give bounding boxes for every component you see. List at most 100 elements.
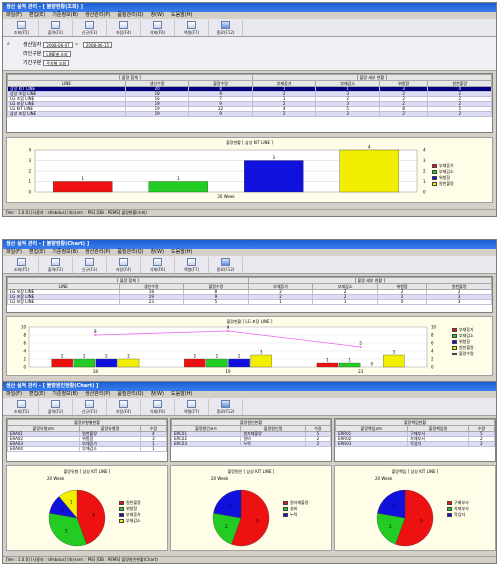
- date-to-input[interactable]: 2008-06-15: [82, 41, 113, 48]
- toolbar-label: 신규(F3): [81, 408, 98, 414]
- menu-item[interactable]: 기준정보(B): [52, 12, 78, 18]
- menu-item[interactable]: 품질관리(Q): [117, 249, 143, 255]
- toolbar-button[interactable]: 엑셀(F7): [175, 19, 209, 36]
- menu-item[interactable]: 편집(E): [29, 12, 45, 18]
- menu-item[interactable]: 파일(F): [6, 12, 22, 18]
- menu-item[interactable]: 창(W): [151, 12, 164, 18]
- group-select[interactable]: LINE별 조회: [43, 50, 71, 57]
- toolbar-button[interactable]: 출력(F2): [39, 398, 73, 415]
- table-row[interactable]: ERR03 작업자 2: [335, 441, 495, 447]
- bar[interactable]: [95, 358, 118, 368]
- bar-value-label: 2: [83, 354, 86, 359]
- toolbar-button[interactable]: 엑셀(F7): [175, 256, 209, 273]
- bar[interactable]: [250, 354, 272, 368]
- menu-item[interactable]: 편집(E): [29, 249, 45, 255]
- defect-grid[interactable]: [ 불량 합계 ][ 불량 세부 현황 ] LINE 생산수량 불량수량 부재증가 부재감…: [6, 73, 493, 133]
- menu-item[interactable]: 품질관리(Q): [117, 12, 143, 18]
- bar[interactable]: [316, 362, 339, 368]
- menu-item[interactable]: 도움말(H): [171, 12, 192, 18]
- line-point[interactable]: [227, 330, 229, 332]
- summary-table-panel[interactable]: 불량유형별현황 불량유형코드 불량유형명 수량 ERA01 원천불량 4 ERA02 위험함 3 E…: [6, 418, 168, 462]
- x-tick-label: 23: [358, 369, 364, 374]
- toolbar-label: 종료(F12): [216, 408, 235, 414]
- bar[interactable]: [228, 358, 250, 368]
- table-row[interactable]: LG 포장 LINE 23 5 1 1 0 3: [7, 299, 492, 305]
- menu-item[interactable]: 생산관리(P): [85, 249, 110, 255]
- legend-swatch: [447, 507, 452, 511]
- toolbar-button[interactable]: 저장(F4): [107, 398, 141, 415]
- bar-value-label: 1: [81, 176, 84, 181]
- bar[interactable]: [339, 149, 400, 193]
- toolbar-label: 출력(F2): [47, 266, 64, 272]
- bar[interactable]: [148, 181, 209, 193]
- toolbar-button[interactable]: 출력(F2): [39, 256, 73, 273]
- menu-item[interactable]: 생산관리(P): [85, 391, 110, 397]
- legend-swatch: [283, 507, 288, 511]
- line-point[interactable]: [359, 346, 362, 348]
- toolbar-button[interactable]: 종료(F12): [209, 256, 243, 273]
- menu-item[interactable]: 기준정보(B): [52, 249, 78, 255]
- menu-item[interactable]: 도움말(H): [171, 249, 192, 255]
- menu-item[interactable]: 창(W): [151, 249, 164, 255]
- toolbar-button[interactable]: 조회(F5): [5, 256, 39, 273]
- bar[interactable]: [73, 358, 95, 368]
- bar[interactable]: [383, 354, 405, 368]
- bar[interactable]: [243, 160, 304, 193]
- bar[interactable]: [117, 358, 140, 368]
- toolbar-button[interactable]: 신규(F3): [73, 19, 107, 36]
- table-cell: 3: [426, 299, 492, 305]
- bar[interactable]: [52, 181, 113, 193]
- toolbar-button[interactable]: 삭제(F6): [141, 256, 175, 273]
- bar[interactable]: [184, 358, 206, 368]
- menu-item[interactable]: 기준정보(B): [52, 391, 78, 397]
- legend-swatch: [452, 346, 457, 350]
- defect-grid[interactable]: [ 불량 합계 ][ 불량 세부 현황 ] LINE 생산수량 불량수량 부재증가 부재감…: [6, 276, 493, 313]
- menu-item[interactable]: 생산관리(P): [85, 12, 110, 18]
- toolbar-button[interactable]: 엑셀(F7): [175, 398, 209, 415]
- y-tick-label: 3: [28, 158, 31, 163]
- toolbar-icon: [119, 20, 128, 29]
- toolbar-button[interactable]: 신규(F3): [73, 256, 107, 273]
- toolbar-label: 출력(F2): [47, 408, 64, 414]
- menu-item[interactable]: 도움말(H): [171, 391, 192, 397]
- toolbar-button[interactable]: 삭제(F6): [141, 19, 175, 36]
- bar-value-label: 1: [348, 358, 351, 363]
- y-tick-label-right: 2: [423, 169, 426, 174]
- defect-chart-panel: 불량현황 [ LG 포장 LINE ] 0 0 2 2 4 4 6 6 8 8 10 10 2 2 2 2 18…: [6, 316, 493, 376]
- toolbar-button[interactable]: 신규(F3): [73, 398, 107, 415]
- toolbar-button[interactable]: 저장(F4): [107, 256, 141, 273]
- y-tick-label-right: 0: [423, 190, 426, 195]
- slice-value-label: 2: [393, 503, 396, 508]
- table-cell: 1: [312, 299, 378, 305]
- toolbar-button[interactable]: 조회(F5): [5, 19, 39, 36]
- bar[interactable]: [51, 358, 73, 368]
- pie-slice[interactable]: [377, 489, 406, 519]
- summary-table-panel[interactable]: 불량원인현황 불량원인코드 불량원인명 수량 ERC01 원자재불량 5 ERC02 설비 2 ER…: [170, 418, 332, 462]
- toolbar-button[interactable]: 종료(F12): [209, 19, 243, 36]
- bar[interactable]: [338, 362, 361, 368]
- line-point[interactable]: [94, 334, 97, 336]
- menu-item[interactable]: 편집(E): [29, 391, 45, 397]
- chart-legend: 부재증가 부재감소 위험함 원천불량: [432, 163, 454, 187]
- y-tick-label: 4: [23, 349, 26, 354]
- menu-item[interactable]: 품질관리(Q): [117, 391, 143, 397]
- menu-item[interactable]: 파일(F): [6, 249, 22, 255]
- date-from-input[interactable]: 2008-06-07: [43, 41, 73, 48]
- y-tick-label: 4: [28, 148, 31, 153]
- toolbar-button[interactable]: 삭제(F6): [141, 398, 175, 415]
- toolbar-button[interactable]: 조회(F5): [5, 398, 39, 415]
- menu-item[interactable]: 파일(F): [6, 391, 22, 397]
- table-row[interactable]: ERC03 누락 2: [171, 441, 331, 447]
- summary-table-panel[interactable]: 불량책임현황 불량책임코드 불량책임명 수량 ERR01 구매부서 5 ERR02 자재부서 2 E…: [334, 418, 496, 462]
- toolbar-button[interactable]: 종료(F12): [209, 398, 243, 415]
- toolbar-button[interactable]: 저장(F4): [107, 19, 141, 36]
- bar-value-label: 1: [326, 358, 329, 363]
- toolbar-button[interactable]: 출력(F2): [39, 19, 73, 36]
- legend-swatch: [447, 513, 452, 517]
- bar[interactable]: [206, 358, 228, 368]
- pie-slice[interactable]: [213, 489, 242, 519]
- menu-item[interactable]: 창(W): [151, 391, 164, 397]
- table-row[interactable]: ERA04 부재감소 1: [7, 446, 167, 452]
- kind-select[interactable]: 주차별 조회: [43, 59, 70, 66]
- table-row[interactable]: 삼성 포장 LINE 19 9 2 3 2 2: [7, 111, 492, 117]
